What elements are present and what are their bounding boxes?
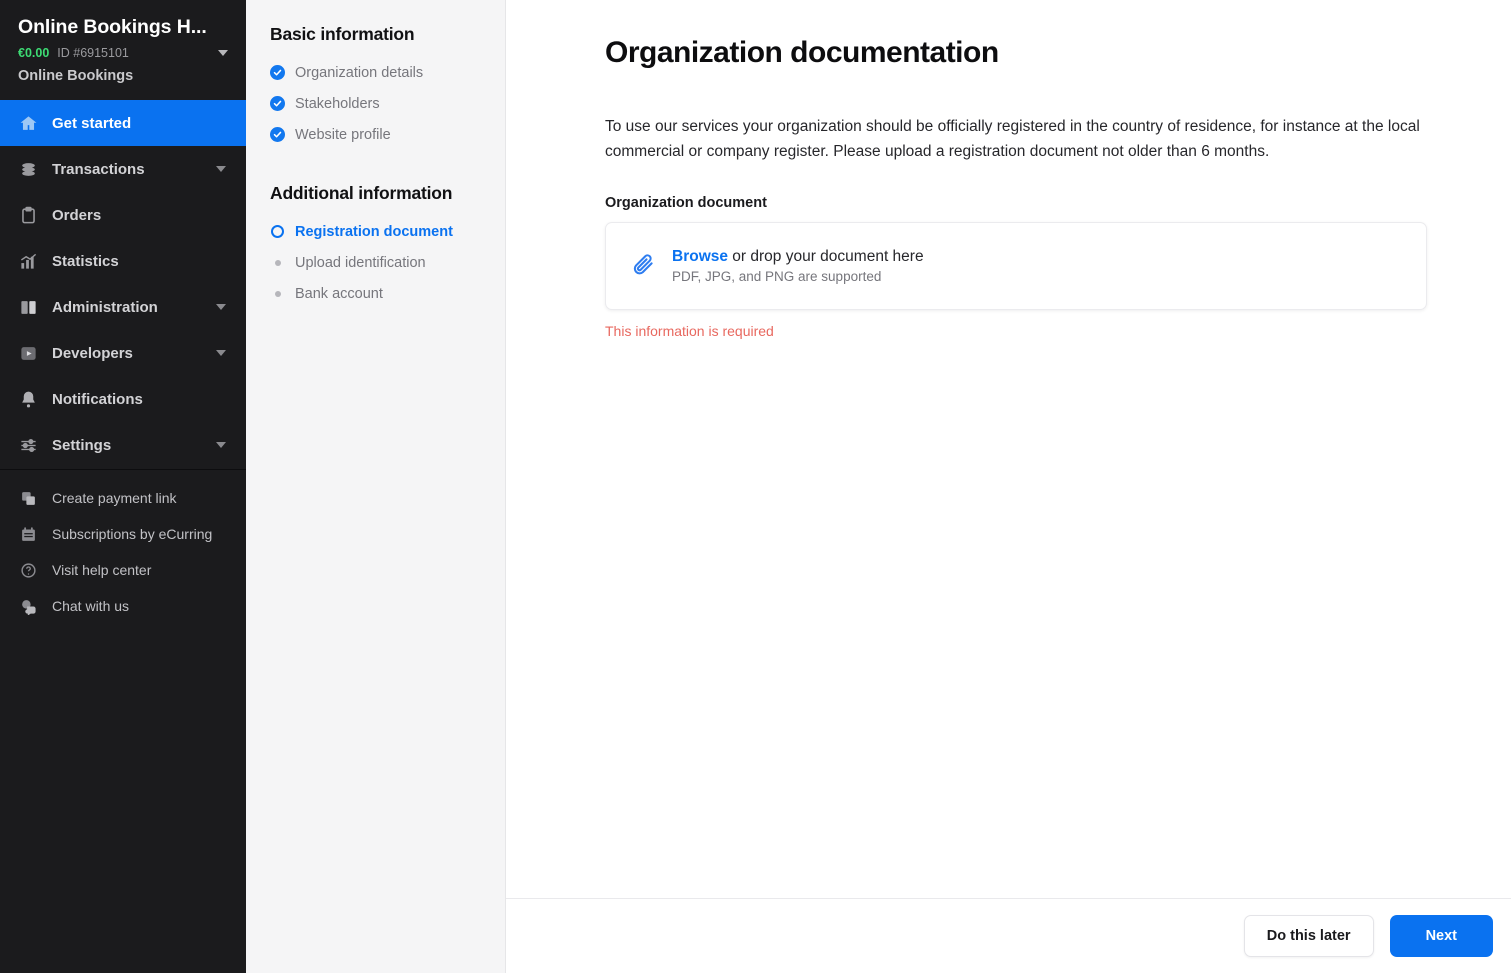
- step-label: Website profile: [295, 127, 391, 143]
- sidebar-link-label: Subscriptions by eCurring: [52, 526, 212, 542]
- sidebar-divider: [0, 469, 246, 470]
- sidebar-link-chat[interactable]: Chat with us: [0, 588, 246, 624]
- clipboard-icon: [18, 205, 38, 225]
- sidebar-link-create-payment-link[interactable]: Create payment link: [0, 480, 246, 516]
- chevron-down-icon[interactable]: [216, 442, 226, 448]
- check-circle-icon: [270, 127, 285, 142]
- book-icon: [18, 297, 38, 317]
- steps-group-heading-additional: Additional information: [270, 183, 505, 204]
- step-website-profile[interactable]: Website profile: [270, 119, 505, 150]
- org-title: Online Bookings H...: [18, 14, 230, 40]
- action-bar: Do this later Next: [506, 898, 1511, 973]
- org-balance: €0.00: [18, 45, 49, 61]
- step-organization-details[interactable]: Organization details: [270, 57, 505, 88]
- chat-bubble-icon: [18, 596, 38, 616]
- chevron-down-icon[interactable]: [218, 50, 228, 56]
- do-this-later-button[interactable]: Do this later: [1244, 915, 1374, 957]
- sidebar-item-developers[interactable]: Developers: [0, 330, 246, 376]
- dropzone-drop-text: or drop your document here: [728, 248, 924, 265]
- onboarding-steps-panel: Basic information Organization details S…: [246, 0, 506, 973]
- step-label: Upload identification: [295, 255, 426, 271]
- steps-group-heading-basic: Basic information: [270, 24, 505, 45]
- chevron-down-icon[interactable]: [216, 166, 226, 172]
- sidebar-link-help-center[interactable]: Visit help center: [0, 552, 246, 588]
- code-play-icon: [18, 343, 38, 363]
- step-bank-account[interactable]: Bank account: [270, 278, 505, 309]
- bell-icon: [18, 389, 38, 409]
- page-description: To use our services your organization sh…: [605, 114, 1435, 164]
- sidebar-item-get-started[interactable]: Get started: [0, 100, 246, 146]
- dropzone-primary-line: Browse or drop your document here: [672, 248, 924, 266]
- dropzone-text: Browse or drop your document here PDF, J…: [672, 248, 924, 284]
- document-dropzone[interactable]: Browse or drop your document here PDF, J…: [605, 222, 1427, 310]
- page-title: Organization documentation: [605, 34, 1451, 72]
- sidebar-item-label: Administration: [52, 299, 158, 316]
- sidebar-item-label: Developers: [52, 345, 133, 362]
- org-switcher[interactable]: Online Bookings H... €0.00 ID #6915101 O…: [0, 0, 246, 100]
- sidebar-item-statistics[interactable]: Statistics: [0, 238, 246, 284]
- sliders-icon: [18, 435, 38, 455]
- validation-error-message: This information is required: [605, 323, 1451, 339]
- main-body: Organization documentation To use our se…: [506, 0, 1511, 898]
- step-registration-document[interactable]: Registration document: [270, 216, 505, 247]
- calendar-icon: [18, 524, 38, 544]
- step-label: Stakeholders: [295, 96, 380, 112]
- org-id: ID #6915101: [57, 45, 129, 61]
- secondary-nav: Create payment link Subscriptions by eCu…: [0, 480, 246, 624]
- sidebar-item-label: Notifications: [52, 391, 143, 408]
- question-circle-icon: [18, 560, 38, 580]
- home-icon: [18, 113, 38, 133]
- sidebar-item-label: Orders: [52, 207, 101, 224]
- organization-document-label: Organization document: [605, 195, 1451, 211]
- sidebar-link-label: Chat with us: [52, 598, 129, 614]
- step-label: Bank account: [295, 286, 383, 302]
- dropzone-formats: PDF, JPG, and PNG are supported: [672, 269, 924, 284]
- org-meta: €0.00 ID #6915101: [18, 45, 230, 61]
- sidebar-link-label: Visit help center: [52, 562, 151, 578]
- sidebar: Online Bookings H... €0.00 ID #6915101 O…: [0, 0, 246, 973]
- chart-icon: [18, 251, 38, 271]
- next-button[interactable]: Next: [1390, 915, 1493, 957]
- pending-step-dot-icon: [270, 286, 285, 301]
- sidebar-item-label: Statistics: [52, 253, 119, 270]
- sidebar-link-label: Create payment link: [52, 490, 177, 506]
- sidebar-item-label: Transactions: [52, 161, 145, 178]
- copy-link-icon: [18, 488, 38, 508]
- sidebar-item-settings[interactable]: Settings: [0, 422, 246, 468]
- step-stakeholders[interactable]: Stakeholders: [270, 88, 505, 119]
- primary-nav: Get started Transactions Orders Sta: [0, 100, 246, 468]
- main-content: Organization documentation To use our se…: [506, 0, 1511, 973]
- check-circle-icon: [270, 96, 285, 111]
- check-circle-icon: [270, 65, 285, 80]
- sidebar-item-notifications[interactable]: Notifications: [0, 376, 246, 422]
- current-step-ring-icon: [270, 224, 285, 239]
- pending-step-dot-icon: [270, 255, 285, 270]
- sidebar-item-administration[interactable]: Administration: [0, 284, 246, 330]
- step-upload-identification[interactable]: Upload identification: [270, 247, 505, 278]
- sidebar-item-label: Settings: [52, 437, 111, 454]
- sidebar-item-transactions[interactable]: Transactions: [0, 146, 246, 192]
- step-label: Registration document: [295, 224, 453, 240]
- chevron-down-icon[interactable]: [216, 350, 226, 356]
- paperclip-icon: [631, 251, 657, 281]
- browse-button[interactable]: Browse: [672, 248, 728, 265]
- step-label: Organization details: [295, 65, 423, 81]
- app-root: Online Bookings H... €0.00 ID #6915101 O…: [0, 0, 1511, 973]
- coins-icon: [18, 159, 38, 179]
- sidebar-item-orders[interactable]: Orders: [0, 192, 246, 238]
- sidebar-link-subscriptions[interactable]: Subscriptions by eCurring: [0, 516, 246, 552]
- chevron-down-icon[interactable]: [216, 304, 226, 310]
- org-subtitle: Online Bookings: [18, 67, 230, 86]
- sidebar-item-label: Get started: [52, 115, 131, 132]
